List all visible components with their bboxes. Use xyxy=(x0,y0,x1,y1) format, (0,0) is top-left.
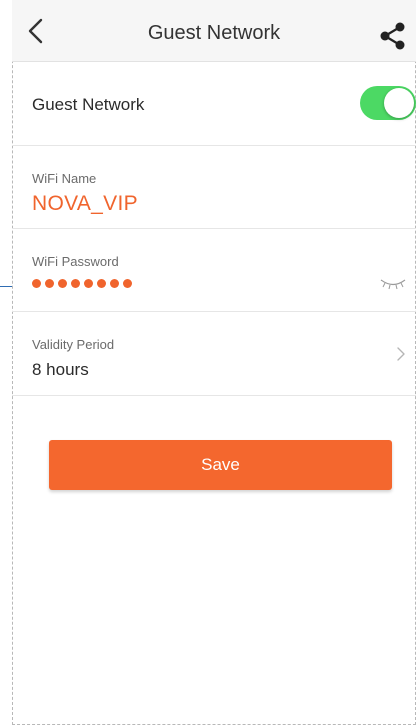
password-visibility-toggle[interactable] xyxy=(380,277,406,291)
guest-network-label: Guest Network xyxy=(32,95,145,114)
password-dot xyxy=(110,279,119,288)
page-title: Guest Network xyxy=(147,22,281,44)
password-dot xyxy=(123,279,132,288)
eye-closed-icon xyxy=(380,279,406,290)
share-icon xyxy=(380,22,405,50)
password-dot xyxy=(45,279,54,288)
wifi-name-label: WiFi Name xyxy=(32,171,97,186)
wifi-password-label: WiFi Password xyxy=(32,254,119,269)
wifi-name-value[interactable]: NOVA_VIP xyxy=(32,192,138,216)
validity-period-row[interactable]: Validity Period 8 hours xyxy=(12,312,416,396)
share-button[interactable] xyxy=(378,22,408,50)
validity-period-value: 8 hours xyxy=(32,360,89,379)
password-dot xyxy=(32,279,41,288)
password-dot xyxy=(58,279,67,288)
back-button[interactable] xyxy=(26,18,48,44)
wifi-password-masked-value[interactable] xyxy=(32,279,132,291)
guest-network-toggle[interactable] xyxy=(360,86,416,120)
wifi-name-row[interactable]: WiFi Name NOVA_VIP xyxy=(12,146,416,229)
chevron-left-icon xyxy=(28,18,43,44)
password-dot xyxy=(97,279,106,288)
toggle-knob xyxy=(384,88,414,118)
validity-period-label: Validity Period xyxy=(32,337,115,352)
save-button[interactable]: Save xyxy=(49,440,392,490)
chevron-right-icon xyxy=(397,347,405,361)
password-dot xyxy=(84,279,93,288)
header-bar: Guest Network xyxy=(12,0,416,62)
guest-network-row: Guest Network xyxy=(12,62,416,146)
wifi-password-row[interactable]: WiFi Password xyxy=(12,229,416,312)
password-dot xyxy=(71,279,80,288)
